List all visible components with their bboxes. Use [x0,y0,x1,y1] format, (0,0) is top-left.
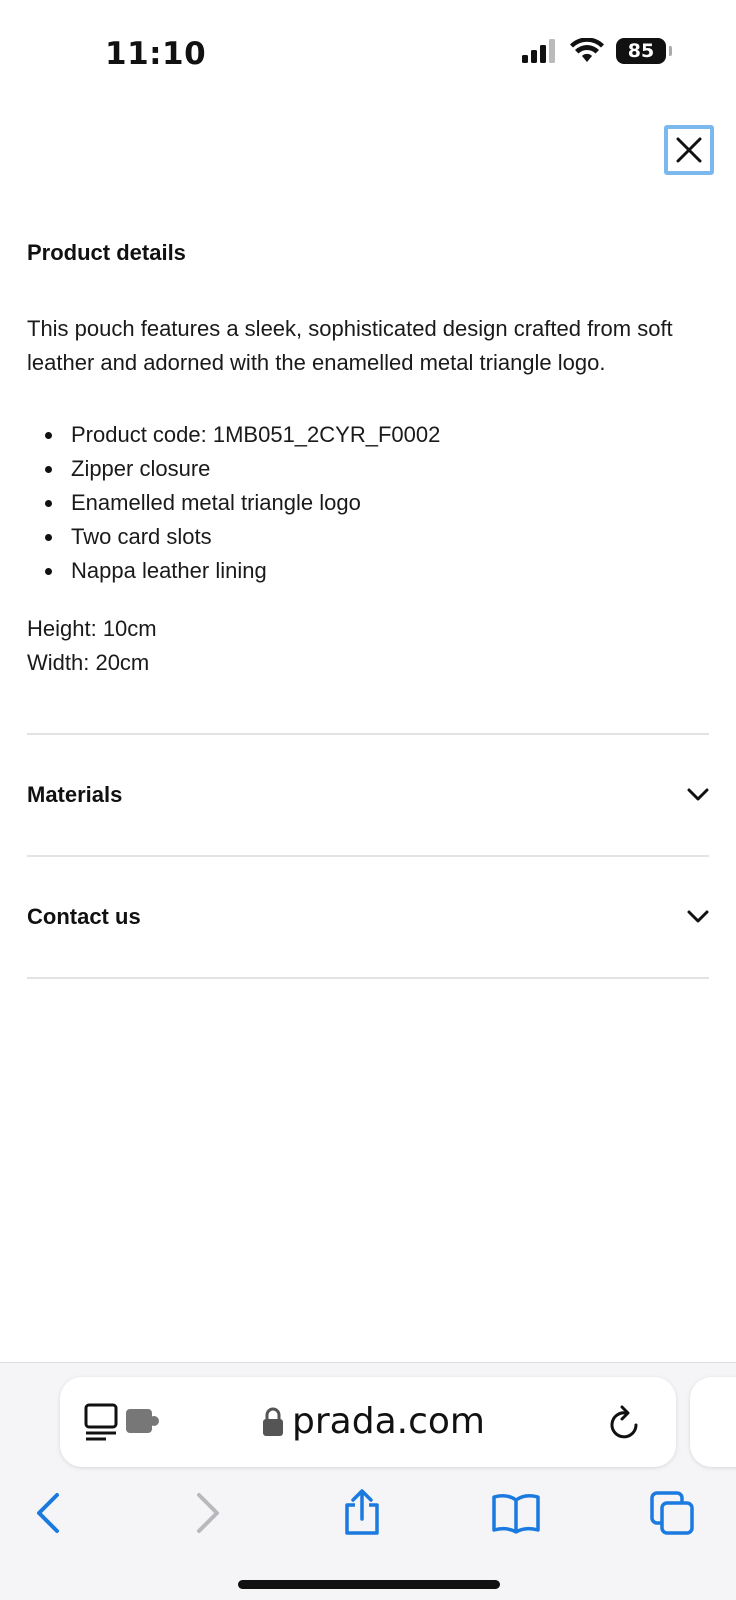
list-item: Two card slots [27,520,440,554]
tabs-button[interactable] [642,1483,702,1543]
signal-icon [522,39,555,63]
forward-button[interactable] [178,1483,238,1543]
close-button[interactable] [664,125,714,175]
dimensions: Height: 10cm Width: 20cm [27,612,157,680]
dimension-width: Width: 20cm [27,650,150,675]
back-button[interactable] [18,1483,78,1543]
share-icon [345,1489,379,1535]
url-text: prada.com [292,1401,485,1442]
accordion-contact-us[interactable]: Contact us [27,887,709,947]
forward-icon [197,1493,219,1533]
tabs-icon [650,1491,694,1535]
browser-toolbar: prada.com [0,1362,736,1600]
status-bar: 11:10 85 [0,0,736,100]
bookmarks-button[interactable] [486,1483,546,1543]
list-item: Enamelled metal triangle logo [27,486,440,520]
lock-icon [263,1407,283,1436]
accordion-materials[interactable]: Materials [27,765,709,825]
address-bar[interactable]: prada.com [60,1377,676,1467]
reload-icon[interactable] [608,1405,642,1441]
home-indicator [238,1580,500,1589]
list-item: Zipper closure [27,452,440,486]
chevron-down-icon [687,910,709,923]
divider [27,977,709,979]
chevron-down-icon [687,788,709,801]
product-details-title: Product details [27,240,186,265]
accordion-label: Materials [27,782,123,807]
dimension-height: Height: 10cm [27,616,157,641]
share-button[interactable] [332,1483,392,1543]
divider [27,733,709,735]
extension-icon[interactable] [126,1407,160,1435]
back-icon [37,1493,59,1533]
bookmarks-icon [492,1494,540,1534]
accordion-label: Contact us [27,904,141,929]
battery-icon: 85 [616,38,672,64]
page-menu-icon[interactable] [84,1403,118,1441]
status-time: 11:10 [105,36,207,72]
product-description: This pouch features a sleek, sophisticat… [27,316,673,375]
list-item: Product code: 1MB051_2CYR_F0002 [27,418,440,452]
feature-list: Product code: 1MB051_2CYR_F0002 Zipper c… [27,418,440,588]
divider [27,855,709,857]
next-tab-preview[interactable] [690,1377,736,1467]
close-icon [676,137,702,163]
list-item: Nappa leather lining [27,554,440,588]
wifi-icon [570,38,604,62]
status-icons: 85 [522,38,672,64]
